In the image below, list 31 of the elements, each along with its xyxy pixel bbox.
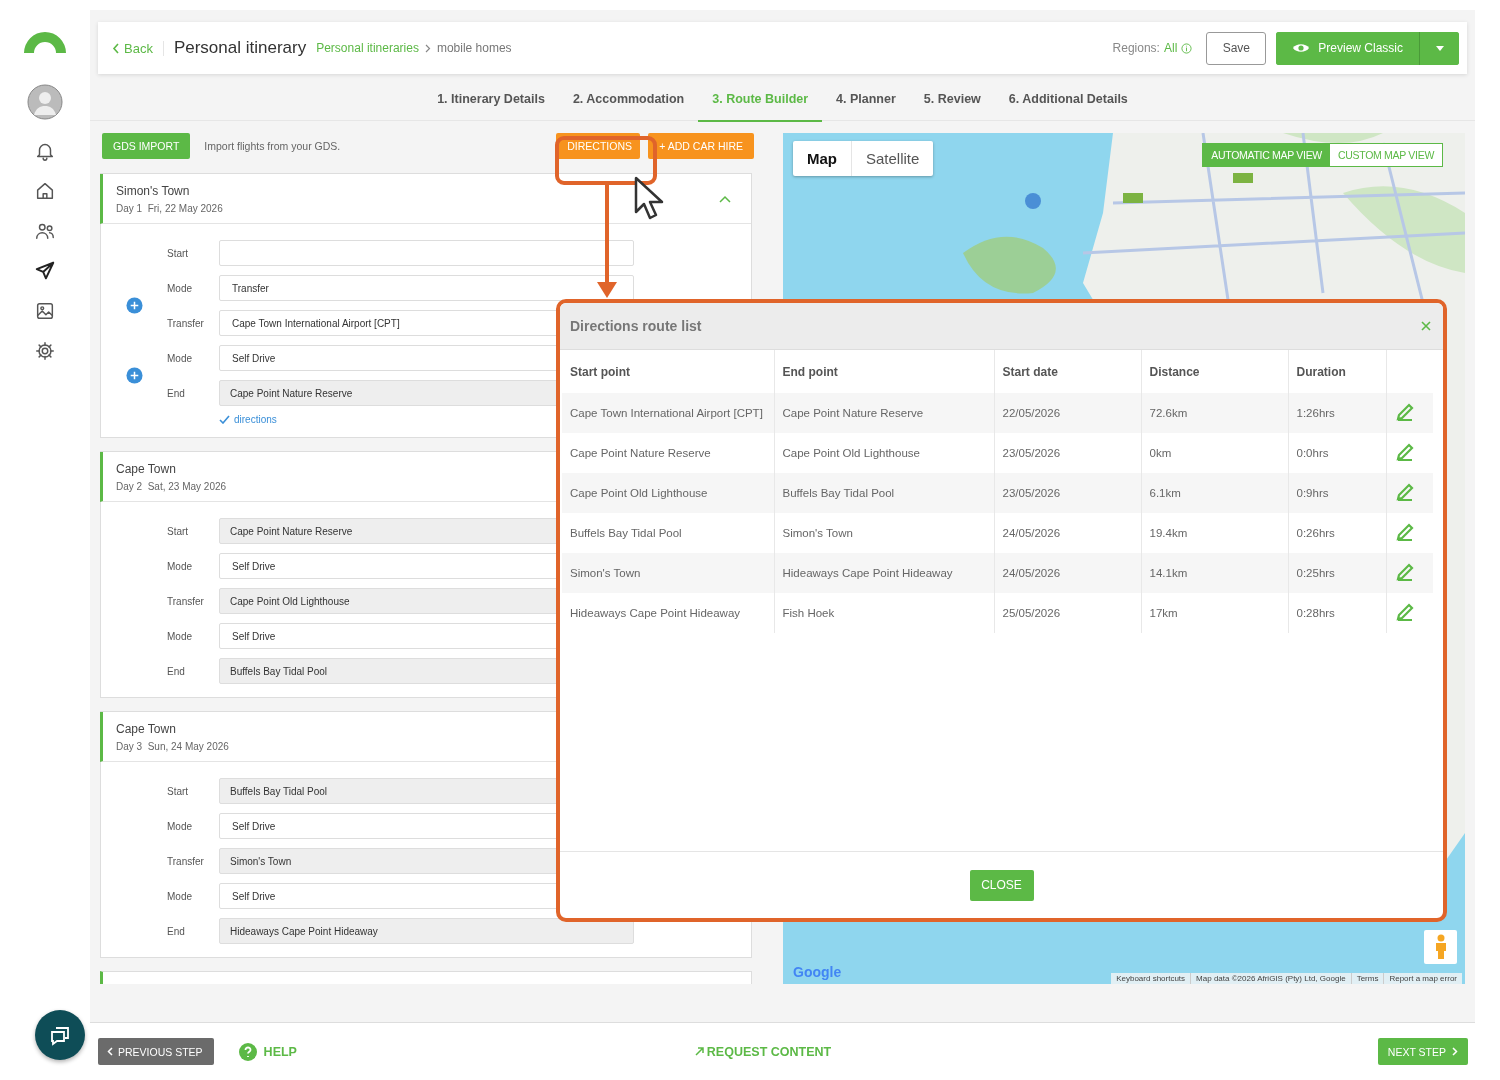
field-label: Mode	[167, 630, 193, 642]
field-label: Start	[167, 785, 190, 797]
field-label: End	[167, 665, 186, 677]
table-cell: 25/05/2026	[994, 593, 1141, 633]
field-label: Start	[167, 525, 190, 537]
table-cell: 17km	[1141, 593, 1288, 633]
field-label: Transfer	[167, 317, 205, 329]
day-place: Simon's Town	[116, 183, 191, 198]
field-label: Mode	[167, 890, 193, 902]
field-label: Start	[167, 247, 190, 259]
regions-label: Regions:	[1112, 41, 1160, 55]
day-place: Cape Town	[116, 461, 177, 476]
field-label: Transfer	[167, 595, 205, 607]
day-date: Day 1 Fri, 22 May 2026	[116, 202, 224, 214]
table-cell: Hideaways Cape Point Hideaway	[562, 593, 774, 633]
day-date: Day 2 Sat, 23 May 2026	[116, 480, 228, 492]
gds-hint: Import flights from your GDS.	[204, 140, 341, 152]
page-title: Personal itinerary	[173, 38, 307, 58]
day-place: Cape Town	[116, 721, 177, 736]
field-label: Mode	[167, 352, 193, 364]
field-label: Transfer	[167, 855, 205, 867]
field-label: End	[167, 387, 186, 399]
breadcrumb-item: mobile homes	[436, 41, 512, 55]
field-label: Mode	[167, 820, 193, 832]
field-label: End	[167, 925, 186, 937]
field-label: Mode	[167, 560, 193, 572]
map-logo: Google	[793, 964, 842, 980]
table-cell: Fish Hoek	[774, 593, 994, 633]
day-date: Day 3 Sun, 24 May 2026	[116, 740, 230, 752]
field-label: Mode	[167, 282, 193, 294]
table-cell: 0:28hrs	[1288, 593, 1386, 633]
